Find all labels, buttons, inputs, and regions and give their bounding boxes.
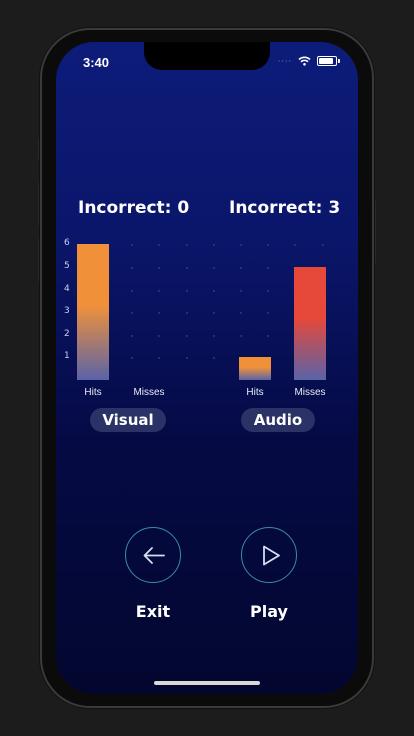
y-tick-6: 6	[64, 238, 70, 249]
visual-chart	[76, 242, 186, 380]
y-tick-4: 4	[64, 283, 70, 294]
status-icons: ····	[278, 56, 340, 66]
grid-dot	[186, 334, 188, 337]
visual-section-pill: Visual	[90, 408, 166, 432]
audio-hits-bar	[239, 357, 271, 380]
play-icon	[263, 545, 280, 566]
grid-dot	[213, 312, 215, 315]
home-indicator	[154, 681, 260, 685]
grid-dot	[213, 334, 215, 337]
power-button	[372, 200, 376, 264]
results-chart: 1 2 3 4 5 6	[56, 238, 358, 382]
exit-button[interactable]	[125, 527, 181, 583]
grid-dot	[213, 357, 215, 360]
audio-misses-bar	[294, 266, 326, 380]
audio-incorrect-label: Incorrect: 3	[229, 198, 341, 218]
visual-hits-label: Hits	[84, 387, 102, 398]
exit-label[interactable]: Exit	[113, 602, 193, 621]
grid-dot	[213, 266, 215, 269]
grid-dot	[213, 289, 215, 292]
status-time: 3:40	[83, 55, 110, 70]
y-tick-5: 5	[64, 260, 70, 271]
grid-dot	[186, 289, 188, 292]
signal-icon: ····	[277, 56, 292, 66]
y-tick-2: 2	[64, 328, 70, 339]
arrow-left-icon	[143, 547, 165, 564]
audio-chart	[238, 242, 348, 380]
play-label[interactable]: Play	[229, 602, 309, 621]
visual-incorrect-label: Incorrect: 0	[78, 198, 190, 218]
grid-dot	[186, 266, 188, 269]
audio-section-pill: Audio	[241, 408, 315, 432]
grid-dot	[186, 357, 188, 360]
battery-icon	[317, 56, 337, 66]
visual-misses-label: Misses	[133, 387, 165, 398]
y-tick-3: 3	[64, 306, 70, 317]
wifi-icon	[298, 56, 311, 66]
visual-hits-bar	[77, 244, 109, 380]
audio-hits-label: Hits	[246, 387, 264, 398]
app-screen: 3:40 ···· Incorrect: 0 Incorrect: 3 1 2 3 4…	[56, 42, 358, 694]
grid-dot	[186, 244, 188, 247]
y-tick-1: 1	[64, 351, 70, 362]
grid-dot	[186, 312, 188, 315]
grid-dot	[213, 244, 215, 247]
play-button[interactable]	[241, 527, 297, 583]
audio-misses-label: Misses	[294, 387, 326, 398]
notch	[144, 42, 270, 70]
